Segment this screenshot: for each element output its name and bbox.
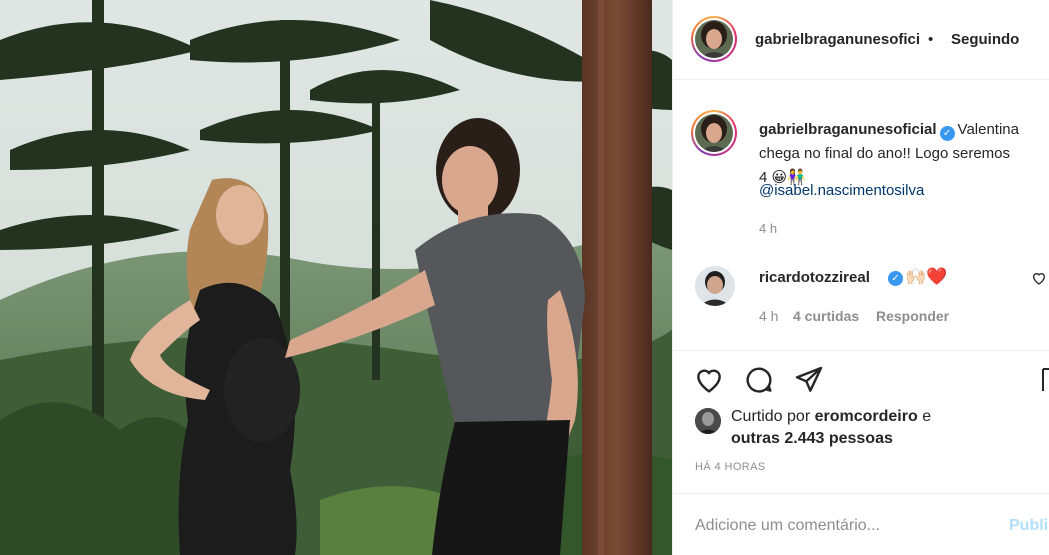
bookmark-icon xyxy=(1042,368,1049,391)
caption-line-1: Valentina xyxy=(957,121,1019,138)
follow-status-button[interactable]: Seguindo xyxy=(951,31,1019,48)
liked-by-text: Curtido por eromcordeiro e xyxy=(731,408,931,426)
share-icon xyxy=(795,366,823,392)
caption-avatar[interactable] xyxy=(691,110,737,156)
liked-by-suffix: e xyxy=(922,408,932,425)
save-button[interactable] xyxy=(1041,364,1049,401)
caption-line-2: chega no final do ano!! Logo seremos xyxy=(759,145,1011,162)
comment-like-heart-icon[interactable] xyxy=(1031,270,1049,290)
like-button[interactable] xyxy=(693,364,725,401)
add-comment-bar: Adicione um comentário... Publi xyxy=(673,493,1049,555)
heart-icon xyxy=(697,369,721,393)
commenter-avatar[interactable] xyxy=(695,266,735,306)
author-username[interactable]: gabrielbraganunesofici xyxy=(755,31,920,48)
comment-reply-button[interactable]: Responder xyxy=(876,308,949,324)
commenter-username[interactable]: ricardotozzireal xyxy=(759,269,870,286)
liked-by-prefix: Curtido por xyxy=(731,408,811,425)
caption-time[interactable]: 4 h xyxy=(759,221,777,236)
post-timestamp[interactable]: HÁ 4 HORAS xyxy=(695,461,766,473)
header-separator: • xyxy=(928,31,934,48)
author-avatar[interactable] xyxy=(691,16,737,62)
comment-button[interactable] xyxy=(743,364,775,401)
commenter-avatar-image xyxy=(695,266,735,306)
comment-icon xyxy=(746,367,772,393)
post-photo-image xyxy=(0,0,672,555)
comment-likes[interactable]: 4 curtidas xyxy=(793,308,859,324)
comment-text: 🙌🏻❤️ xyxy=(905,267,948,286)
author-avatar-image xyxy=(695,20,733,58)
liker-avatar-image xyxy=(695,408,721,434)
post-sidebar: gabrielbraganunesofici • Seguindo gabrie… xyxy=(672,0,1049,555)
caption-mention-link[interactable]: @isabel.nascimentosilva xyxy=(759,182,924,199)
liker-avatar[interactable] xyxy=(695,408,721,434)
post-photo[interactable] xyxy=(0,0,672,555)
action-bar-divider xyxy=(673,350,1049,352)
caption-username[interactable]: gabrielbraganunesoficial xyxy=(759,121,937,138)
caption-avatar-image xyxy=(695,114,733,152)
comment-time[interactable]: 4 h xyxy=(759,308,778,324)
verified-badge-icon: ✓ xyxy=(939,126,955,141)
liker-username[interactable]: eromcordeiro xyxy=(815,408,918,425)
publish-button[interactable]: Publi xyxy=(1009,517,1048,535)
post-header: gabrielbraganunesofici • Seguindo xyxy=(673,0,1049,80)
liked-by-others[interactable]: outras 2.443 pessoas xyxy=(731,430,893,448)
commenter-verified-badge-icon: ✓ xyxy=(888,271,903,286)
caption-text: gabrielbraganunesoficial ✓ Valentina chega… xyxy=(759,118,1049,190)
comment-input[interactable]: Adicione um comentário... xyxy=(695,517,880,535)
share-button[interactable] xyxy=(793,364,825,401)
heart-icon xyxy=(1032,273,1046,285)
